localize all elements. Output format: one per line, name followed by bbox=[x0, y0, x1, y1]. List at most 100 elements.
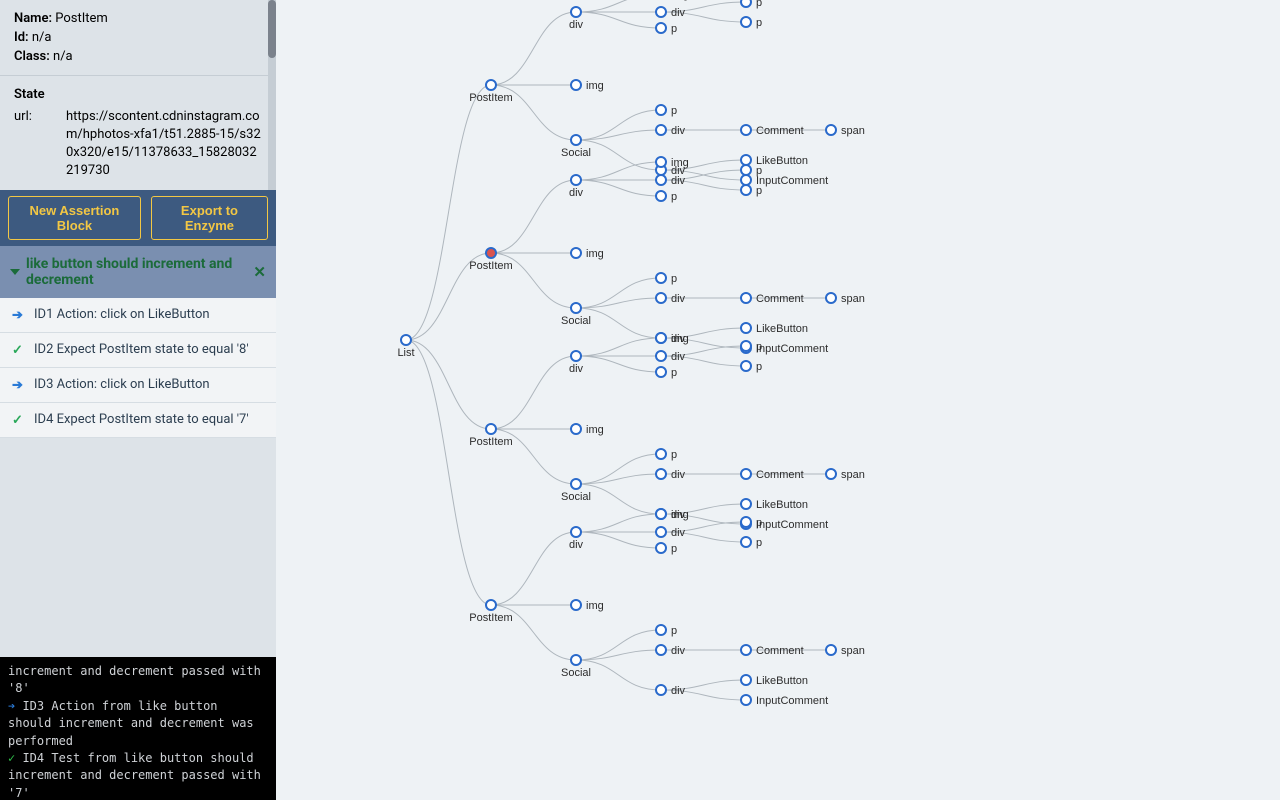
tree-node[interactable] bbox=[656, 527, 666, 537]
tree-node[interactable] bbox=[741, 293, 751, 303]
tree-node[interactable] bbox=[571, 479, 581, 489]
tree-node[interactable] bbox=[656, 293, 666, 303]
tree-node[interactable] bbox=[656, 625, 666, 635]
tree-node-label: span bbox=[841, 293, 865, 305]
tree-node[interactable] bbox=[656, 509, 666, 519]
tree-node[interactable] bbox=[656, 367, 666, 377]
tree-node[interactable] bbox=[571, 351, 581, 361]
tree-node[interactable] bbox=[486, 600, 496, 610]
tree-node[interactable] bbox=[571, 655, 581, 665]
tree-node[interactable] bbox=[656, 543, 666, 553]
console-line: ✓ ID4 Test from like button should incre… bbox=[8, 750, 268, 800]
tree-node[interactable] bbox=[656, 645, 666, 655]
tree-node[interactable] bbox=[571, 424, 581, 434]
tree-node[interactable] bbox=[741, 675, 751, 685]
tree-node[interactable] bbox=[741, 469, 751, 479]
step-row[interactable]: ➔ ID3 Action: click on LikeButton bbox=[0, 368, 276, 403]
step-row[interactable]: ✓ ID4 Expect PostItem state to equal '7' bbox=[0, 403, 276, 438]
tree-edge bbox=[491, 180, 576, 253]
tree-node[interactable] bbox=[656, 157, 666, 167]
tree-node[interactable] bbox=[486, 424, 496, 434]
tree-node-label: div bbox=[671, 7, 686, 19]
tree-node-label: p bbox=[756, 0, 762, 9]
tree-node[interactable] bbox=[826, 469, 836, 479]
tree-node[interactable] bbox=[486, 80, 496, 90]
test-block-header[interactable]: like button should increment and decreme… bbox=[0, 246, 276, 298]
tree-node[interactable] bbox=[656, 333, 666, 343]
tree-node[interactable] bbox=[741, 517, 751, 527]
component-tree-diagram[interactable]: ListPostItemdivimgSocialimgdivppppdivCom… bbox=[276, 0, 1280, 800]
tree-node[interactable] bbox=[741, 175, 751, 185]
tree-node[interactable] bbox=[826, 125, 836, 135]
tree-node-label: div bbox=[569, 363, 584, 375]
tree-node[interactable] bbox=[656, 125, 666, 135]
tree-node-label: PostItem bbox=[469, 612, 512, 624]
tree-edge bbox=[576, 162, 661, 180]
tree-node[interactable] bbox=[741, 645, 751, 655]
export-enzyme-button[interactable]: Export to Enzyme bbox=[151, 196, 268, 240]
step-text: ID3 Action: click on LikeButton bbox=[34, 377, 210, 392]
tree-node[interactable] bbox=[741, 499, 751, 509]
tree-edge bbox=[576, 12, 661, 28]
sidebar: Name: PostItem Id: n/a Class: n/a State … bbox=[0, 0, 276, 800]
tree-node-label: div bbox=[671, 125, 686, 137]
step-row[interactable]: ➔ ID1 Action: click on LikeButton bbox=[0, 298, 276, 333]
tree-node[interactable] bbox=[741, 695, 751, 705]
tree-node-label: PostItem bbox=[469, 92, 512, 104]
tree-node[interactable] bbox=[571, 600, 581, 610]
tree-node-label: div bbox=[671, 645, 686, 657]
tree-node[interactable] bbox=[571, 248, 581, 258]
tree-node-label: p bbox=[756, 185, 762, 197]
tree-node-label: img bbox=[586, 80, 604, 92]
tree-node[interactable] bbox=[656, 469, 666, 479]
info-class-value: n/a bbox=[53, 49, 73, 64]
arrow-right-icon: ➔ bbox=[12, 308, 26, 323]
tree-node[interactable] bbox=[571, 175, 581, 185]
tree-node[interactable] bbox=[741, 125, 751, 135]
step-list: ➔ ID1 Action: click on LikeButton ✓ ID2 … bbox=[0, 298, 276, 438]
tree-node-label: p bbox=[671, 191, 677, 203]
tree-node[interactable] bbox=[571, 7, 581, 17]
tree-node[interactable] bbox=[571, 80, 581, 90]
tree-node-label: img bbox=[671, 509, 689, 521]
tree-node-label: LikeButton bbox=[756, 323, 808, 335]
tree-node[interactable] bbox=[656, 449, 666, 459]
tree-node[interactable] bbox=[741, 165, 751, 175]
tree-node[interactable] bbox=[741, 17, 751, 27]
tree-node[interactable] bbox=[656, 685, 666, 695]
tree-node[interactable] bbox=[401, 335, 411, 345]
info-id-value: n/a bbox=[32, 30, 52, 45]
tree-node-label: PostItem bbox=[469, 436, 512, 448]
console-line: ➔ ID3 Action from like button should inc… bbox=[8, 698, 268, 750]
tree-node[interactable] bbox=[571, 527, 581, 537]
tree-node[interactable] bbox=[741, 185, 751, 195]
tree-node[interactable] bbox=[741, 341, 751, 351]
new-assertion-button[interactable]: New Assertion Block bbox=[8, 196, 141, 240]
tree-node-label: img bbox=[671, 333, 689, 345]
tree-node[interactable] bbox=[741, 361, 751, 371]
tree-node[interactable] bbox=[656, 7, 666, 17]
sidebar-scrollbar[interactable] bbox=[268, 0, 276, 190]
tree-node[interactable] bbox=[656, 105, 666, 115]
tree-node[interactable] bbox=[571, 135, 581, 145]
tree-node[interactable] bbox=[656, 273, 666, 283]
tree-edge bbox=[406, 340, 491, 429]
tree-node[interactable] bbox=[826, 645, 836, 655]
tree-node[interactable] bbox=[741, 155, 751, 165]
tree-node-label: p bbox=[756, 517, 762, 529]
tree-node[interactable] bbox=[656, 175, 666, 185]
close-icon[interactable]: ✕ bbox=[253, 263, 266, 281]
tree-node[interactable] bbox=[656, 23, 666, 33]
tree-node[interactable] bbox=[571, 303, 581, 313]
tree-node[interactable] bbox=[741, 0, 751, 7]
tree-edge bbox=[576, 180, 661, 196]
tree-node[interactable] bbox=[656, 191, 666, 201]
tree-node[interactable] bbox=[741, 537, 751, 547]
state-url-value: https://scontent.cdninstagram.com/hphoto… bbox=[66, 108, 262, 181]
tree-node[interactable] bbox=[656, 351, 666, 361]
tree-node[interactable] bbox=[486, 248, 496, 258]
step-text: ID1 Action: click on LikeButton bbox=[34, 307, 210, 322]
step-row[interactable]: ✓ ID2 Expect PostItem state to equal '8' bbox=[0, 333, 276, 368]
tree-node[interactable] bbox=[741, 323, 751, 333]
tree-node[interactable] bbox=[826, 293, 836, 303]
